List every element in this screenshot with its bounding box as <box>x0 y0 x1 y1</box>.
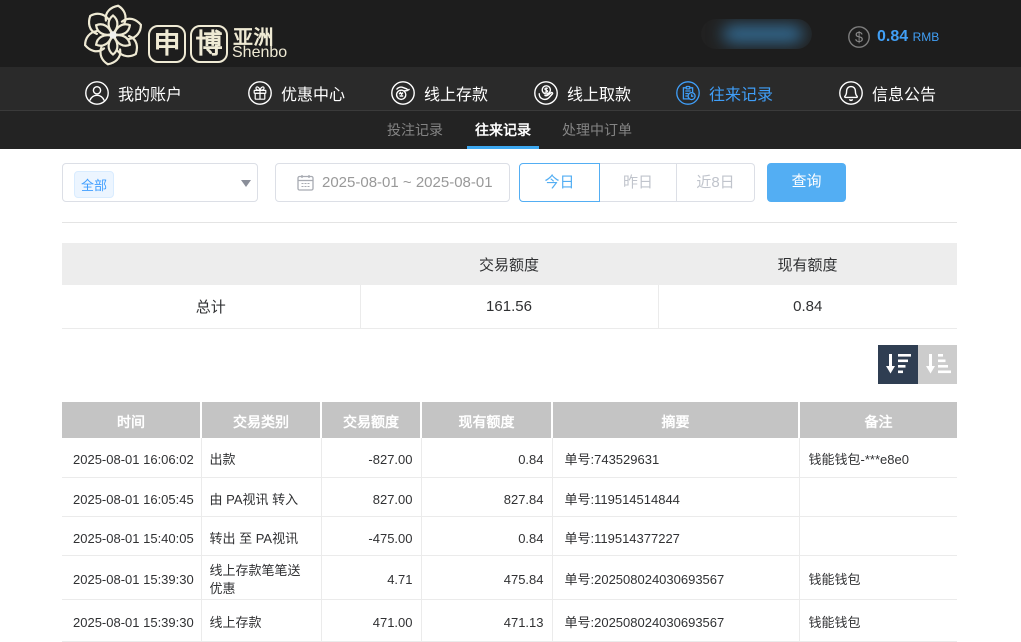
svg-text:$: $ <box>855 30 863 46</box>
